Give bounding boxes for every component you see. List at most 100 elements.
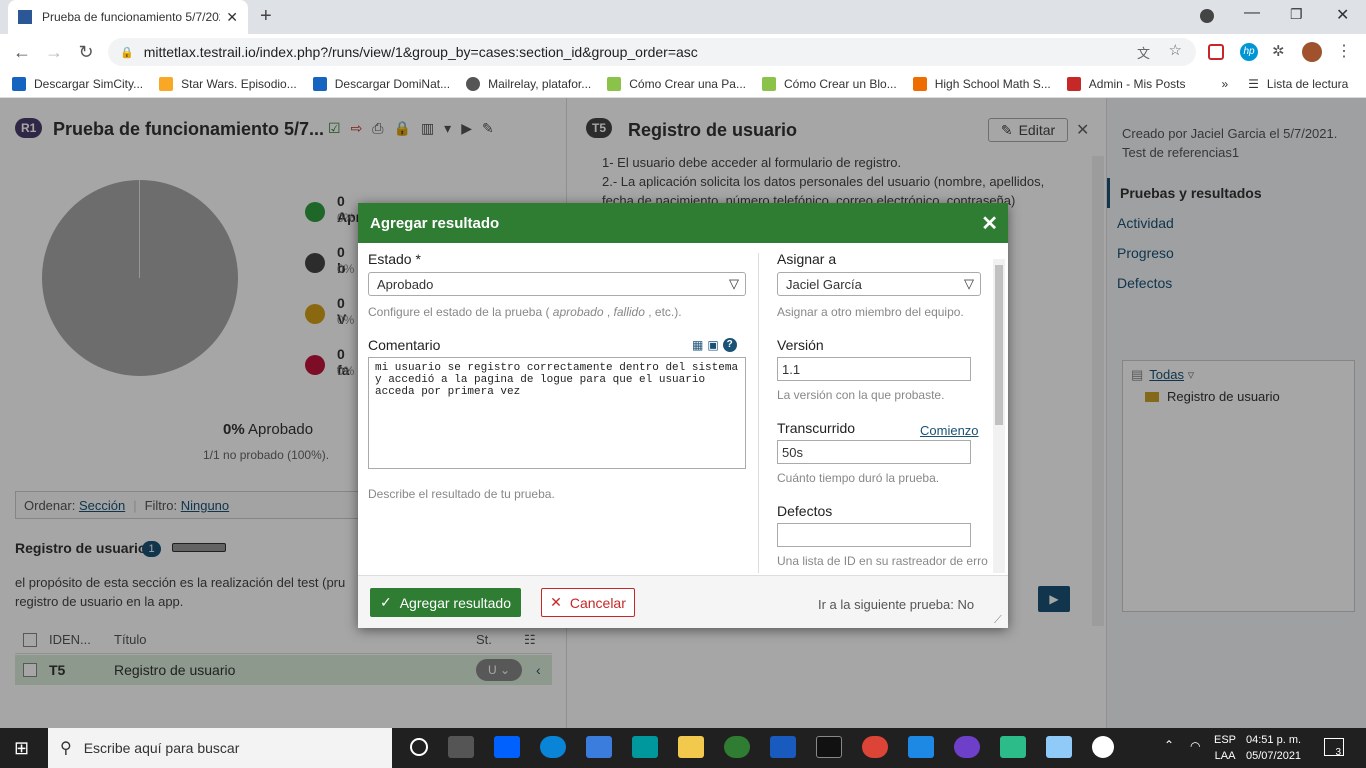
bookmark-item[interactable]: Mailrelay, platafor... bbox=[466, 76, 592, 91]
bookmark-item[interactable]: Cómo Crear una Pa... bbox=[607, 76, 746, 91]
translate-icon[interactable]: 文 bbox=[1137, 43, 1150, 62]
search-placeholder: Escribe aquí para buscar bbox=[83, 740, 240, 756]
close-icon: ✕ bbox=[550, 594, 562, 610]
bookmark-star-icon[interactable]: ☆ bbox=[1169, 41, 1182, 59]
elapsed-field[interactable]: 50s bbox=[777, 440, 971, 464]
minimize-icon[interactable]: — bbox=[1244, 4, 1260, 22]
estado-value: Aprobado bbox=[377, 276, 434, 292]
lang-code: ESP bbox=[1214, 734, 1237, 746]
app-icon[interactable] bbox=[1046, 736, 1072, 758]
hp-extension-icon[interactable]: hp bbox=[1240, 43, 1258, 61]
forward-icon[interactable]: → bbox=[38, 42, 70, 63]
browser-tab[interactable]: Prueba de funcionamiento 5/7/2021 ✕ bbox=[8, 0, 248, 34]
dialog-footer: ✓ Agregar resultado ✕ Cancelar Ir a la sig… bbox=[358, 575, 1008, 628]
notifications-icon[interactable]: 3 bbox=[1324, 738, 1344, 758]
bookmark-item[interactable]: Descargar DomiNat... bbox=[312, 76, 451, 91]
file-explorer-icon[interactable] bbox=[678, 736, 704, 758]
bookmark-label: Descargar DomiNat... bbox=[334, 76, 451, 91]
browser-tab-bar: Prueba de funcionamiento 5/7/2021 ✕ + — … bbox=[0, 0, 1366, 34]
reading-list-icon: ☰ bbox=[1248, 76, 1259, 91]
next-test-select[interactable]: Ir a la siguiente prueba: No bbox=[818, 597, 974, 612]
language-indicator[interactable]: ESP LAA bbox=[1214, 732, 1236, 764]
windows-start-icon[interactable]: ⊞ bbox=[14, 738, 29, 759]
arduino-icon[interactable] bbox=[632, 736, 658, 758]
system-tray-chevron-icon[interactable]: ⌃ bbox=[1164, 738, 1174, 752]
resize-handle-icon[interactable]: ⟋ bbox=[994, 614, 1002, 627]
clock-time: 04:51 p. m. bbox=[1246, 734, 1302, 746]
version-field[interactable]: 1.1 bbox=[777, 357, 971, 381]
defects-field[interactable] bbox=[777, 523, 971, 547]
browser-menu-icon[interactable]: ⋮ bbox=[1336, 41, 1352, 61]
github-desktop-icon[interactable] bbox=[954, 736, 980, 758]
new-tab-button[interactable]: + bbox=[260, 5, 272, 28]
search-icon: ⚲ bbox=[60, 740, 72, 757]
close-tab-icon[interactable]: ✕ bbox=[226, 9, 238, 26]
url-field[interactable]: 🔒 mittetlax.testrail.io/index.php?/runs/… bbox=[108, 38, 1196, 66]
bookmark-item[interactable]: High School Math S... bbox=[912, 76, 1051, 91]
assign-value: Jaciel García bbox=[786, 276, 862, 292]
lock-icon: 🔒 bbox=[120, 46, 134, 59]
upwork-icon[interactable] bbox=[724, 736, 750, 758]
help-icon[interactable] bbox=[1092, 736, 1114, 758]
android-studio-icon[interactable] bbox=[1000, 736, 1026, 758]
cancel-button[interactable]: ✕ Cancelar bbox=[541, 588, 635, 617]
back-icon[interactable]: ← bbox=[6, 42, 38, 63]
cortana-icon[interactable] bbox=[410, 738, 428, 756]
terminal-icon[interactable] bbox=[816, 736, 842, 758]
profile-menu-icon[interactable] bbox=[1200, 9, 1214, 23]
chrome-icon[interactable] bbox=[862, 736, 888, 758]
dropbox-icon[interactable] bbox=[494, 736, 520, 758]
bookmarks-more-button[interactable]: » bbox=[1221, 77, 1228, 91]
window-close-icon[interactable]: ✕ bbox=[1336, 5, 1349, 25]
bookmark-label: Descargar SimCity... bbox=[34, 76, 144, 91]
network-icon[interactable]: ◠ bbox=[1190, 739, 1200, 753]
add-result-dialog: Agregar resultado ✕ Estado * Aprobado ▽ C… bbox=[358, 203, 1008, 628]
bookmark-item[interactable]: Cómo Crear un Blo... bbox=[761, 76, 897, 91]
word-icon[interactable] bbox=[770, 736, 796, 758]
reload-icon[interactable]: ↻ bbox=[70, 42, 102, 63]
dialog-scrollbar[interactable] bbox=[993, 259, 1005, 573]
testrail-favicon-icon bbox=[18, 10, 32, 24]
add-result-button[interactable]: ✓ Agregar resultado bbox=[370, 588, 521, 617]
bookmark-item[interactable]: Star Wars. Episodio... bbox=[159, 76, 297, 91]
column-divider bbox=[758, 253, 759, 573]
bookmark-favicon-icon bbox=[607, 76, 622, 91]
profile-avatar[interactable] bbox=[1302, 42, 1322, 62]
dialog-title: Agregar resultado bbox=[370, 214, 500, 232]
bookmark-item[interactable]: Descargar SimCity... bbox=[12, 76, 144, 91]
image-insert-icon[interactable]: ▣ bbox=[707, 338, 718, 352]
bookmark-label: Mailrelay, platafor... bbox=[488, 76, 592, 91]
estado-select[interactable]: Aprobado ▽ bbox=[368, 272, 746, 296]
comment-textarea[interactable]: mi usuario se registro correctamente den… bbox=[368, 357, 746, 469]
help-icon[interactable]: ? bbox=[722, 338, 737, 352]
comentario-label: Comentario bbox=[368, 337, 441, 353]
transcurrido-label: Transcurrido bbox=[777, 420, 856, 436]
extensions-puzzle-icon[interactable]: ✲ bbox=[1272, 42, 1285, 60]
version-hint: La versión con la que probaste. bbox=[777, 388, 945, 402]
start-timer-link[interactable]: Comienzo bbox=[920, 423, 979, 438]
bookmark-label: Cómo Crear una Pa... bbox=[629, 76, 746, 91]
assign-select[interactable]: Jaciel García ▽ bbox=[777, 272, 981, 296]
taskbar-search[interactable]: ⚲ Escribe aquí para buscar bbox=[48, 728, 392, 768]
store-icon[interactable] bbox=[586, 736, 612, 758]
clock-date: 05/07/2021 bbox=[1246, 750, 1302, 762]
bookmark-item[interactable]: Admin - Mis Posts bbox=[1066, 76, 1185, 91]
bookmarks-bar: Descargar SimCity... Star Wars. Episodio… bbox=[0, 70, 1366, 98]
bookmark-label: Star Wars. Episodio... bbox=[181, 76, 297, 91]
table-insert-icon[interactable]: ▦ bbox=[692, 338, 703, 352]
notification-count: 3 bbox=[1335, 747, 1341, 758]
restore-icon[interactable]: ❐ bbox=[1290, 6, 1303, 23]
reading-list-button[interactable]: ☰ Lista de lectura bbox=[1248, 77, 1348, 91]
close-icon[interactable]: ✕ bbox=[981, 211, 998, 236]
edge-icon[interactable] bbox=[540, 736, 566, 758]
extension-pocket-icon[interactable] bbox=[1208, 44, 1224, 60]
clock[interactable]: 04:51 p. m. 05/07/2021 bbox=[1246, 732, 1301, 764]
asignar-label: Asignar a bbox=[777, 251, 837, 267]
vscode-icon[interactable] bbox=[908, 736, 934, 758]
task-view-icon[interactable] bbox=[448, 736, 474, 758]
url-text: mittetlax.testrail.io/index.php?/runs/vi… bbox=[143, 44, 698, 60]
bookmark-favicon-icon bbox=[761, 76, 776, 91]
cancel-label: Cancelar bbox=[569, 594, 626, 611]
bookmark-favicon-icon bbox=[1066, 76, 1081, 91]
dialog-header: Agregar resultado ✕ bbox=[358, 203, 1008, 243]
